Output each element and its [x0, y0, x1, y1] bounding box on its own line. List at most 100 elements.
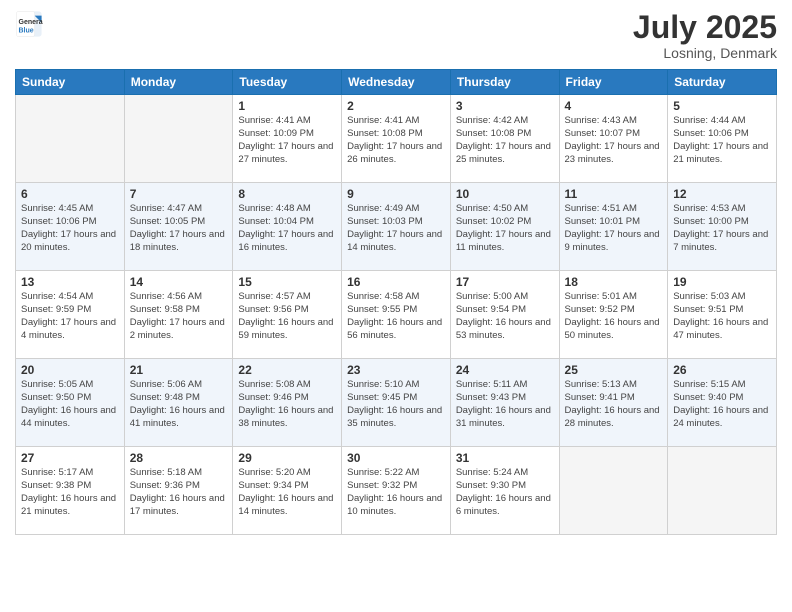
day-number: 18: [565, 275, 663, 289]
day-info: Sunrise: 4:57 AM Sunset: 9:56 PM Dayligh…: [238, 291, 336, 342]
day-cell: 6 Sunrise: 4:45 AM Sunset: 10:06 PM Dayli…: [16, 183, 125, 271]
day-info: Sunrise: 4:50 AM Sunset: 10:02 PM Daylig…: [456, 203, 554, 254]
page: General Blue July 2025 Losning, Denmark …: [0, 0, 792, 612]
day-cell: 18Sunrise: 5:01 AM Sunset: 9:52 PM Dayli…: [559, 271, 668, 359]
day-info: Sunrise: 4:48 AM Sunset: 10:04 PM Daylig…: [238, 203, 336, 254]
day-info: Sunrise: 5:24 AM Sunset: 9:30 PM Dayligh…: [456, 467, 554, 518]
day-info: Sunrise: 5:22 AM Sunset: 9:32 PM Dayligh…: [347, 467, 445, 518]
day-header-saturday: Saturday: [668, 70, 777, 95]
day-info: Sunrise: 4:58 AM Sunset: 9:55 PM Dayligh…: [347, 291, 445, 342]
day-info: Sunrise: 4:53 AM Sunset: 10:00 PM Daylig…: [673, 203, 771, 254]
day-info: Sunrise: 5:20 AM Sunset: 9:34 PM Dayligh…: [238, 467, 336, 518]
day-cell: 17 Sunrise: 5:00 AM Sunset: 9:54 PM Dayli…: [450, 271, 559, 359]
title-block: July 2025 Losning, Denmark: [633, 10, 777, 61]
day-number: 8: [238, 187, 336, 201]
day-info: Sunrise: 5:05 AM Sunset: 9:50 PM Dayligh…: [21, 379, 119, 430]
day-number: 3: [456, 99, 554, 113]
day-number: 30: [347, 451, 445, 465]
day-info: Sunrise: 5:15 AM Sunset: 9:40 PM Dayligh…: [673, 379, 771, 430]
day-info: Sunrise: 4:56 AM Sunset: 9:58 PM Dayligh…: [130, 291, 228, 342]
day-cell: 7 Sunrise: 4:47 AM Sunset: 10:05 PM Dayli…: [124, 183, 233, 271]
day-info: Sunrise: 5:10 AM Sunset: 9:45 PM Dayligh…: [347, 379, 445, 430]
day-number: 7: [130, 187, 228, 201]
day-cell: 29 Sunrise: 5:20 AM Sunset: 9:34 PM Dayli…: [233, 447, 342, 535]
day-number: 11: [565, 187, 663, 201]
day-info: Sunrise: 4:54 AM Sunset: 9:59 PM Dayligh…: [21, 291, 119, 342]
day-number: 19: [673, 275, 771, 289]
day-number: 2: [347, 99, 445, 113]
day-info: Sunrise: 5:00 AM Sunset: 9:54 PM Dayligh…: [456, 291, 554, 342]
day-header-wednesday: Wednesday: [342, 70, 451, 95]
week-row-4: 20 Sunrise: 5:05 AM Sunset: 9:50 PM Dayli…: [16, 359, 777, 447]
day-cell: 3Sunrise: 4:42 AM Sunset: 10:08 PM Dayli…: [450, 95, 559, 183]
day-number: 21: [130, 363, 228, 377]
day-info: Sunrise: 5:06 AM Sunset: 9:48 PM Dayligh…: [130, 379, 228, 430]
day-info: Sunrise: 4:49 AM Sunset: 10:03 PM Daylig…: [347, 203, 445, 254]
svg-text:Blue: Blue: [19, 27, 34, 34]
day-number: 5: [673, 99, 771, 113]
day-number: 29: [238, 451, 336, 465]
header: General Blue July 2025 Losning, Denmark: [15, 10, 777, 61]
calendar-table: SundayMondayTuesdayWednesdayThursdayFrid…: [15, 69, 777, 535]
day-cell: 13 Sunrise: 4:54 AM Sunset: 9:59 PM Dayli…: [16, 271, 125, 359]
day-cell: 21 Sunrise: 5:06 AM Sunset: 9:48 PM Dayli…: [124, 359, 233, 447]
day-number: 16: [347, 275, 445, 289]
day-cell: 9 Sunrise: 4:49 AM Sunset: 10:03 PM Dayli…: [342, 183, 451, 271]
day-cell: 30 Sunrise: 5:22 AM Sunset: 9:32 PM Dayli…: [342, 447, 451, 535]
day-number: 27: [21, 451, 119, 465]
day-info: Sunrise: 4:45 AM Sunset: 10:06 PM Daylig…: [21, 203, 119, 254]
day-number: 17: [456, 275, 554, 289]
day-cell: 16 Sunrise: 4:58 AM Sunset: 9:55 PM Dayli…: [342, 271, 451, 359]
day-cell: 23 Sunrise: 5:10 AM Sunset: 9:45 PM Dayli…: [342, 359, 451, 447]
logo-icon: General Blue: [15, 10, 43, 38]
day-info: Sunrise: 5:17 AM Sunset: 9:38 PM Dayligh…: [21, 467, 119, 518]
day-number: 12: [673, 187, 771, 201]
day-number: 14: [130, 275, 228, 289]
day-cell: 27 Sunrise: 5:17 AM Sunset: 9:38 PM Dayli…: [16, 447, 125, 535]
day-cell: 1 Sunrise: 4:41 AM Sunset: 10:09 PM Dayli…: [233, 95, 342, 183]
day-header-tuesday: Tuesday: [233, 70, 342, 95]
week-row-3: 13 Sunrise: 4:54 AM Sunset: 9:59 PM Dayli…: [16, 271, 777, 359]
day-number: 31: [456, 451, 554, 465]
day-cell: 4Sunrise: 4:43 AM Sunset: 10:07 PM Dayli…: [559, 95, 668, 183]
day-info: Sunrise: 4:43 AM Sunset: 10:07 PM Daylig…: [565, 115, 663, 166]
day-cell: [16, 95, 125, 183]
day-cell: 14 Sunrise: 4:56 AM Sunset: 9:58 PM Dayli…: [124, 271, 233, 359]
logo: General Blue: [15, 10, 43, 38]
day-cell: 8 Sunrise: 4:48 AM Sunset: 10:04 PM Dayli…: [233, 183, 342, 271]
day-number: 23: [347, 363, 445, 377]
day-number: 9: [347, 187, 445, 201]
day-info: Sunrise: 4:47 AM Sunset: 10:05 PM Daylig…: [130, 203, 228, 254]
day-cell: 11Sunrise: 4:51 AM Sunset: 10:01 PM Dayl…: [559, 183, 668, 271]
day-cell: 25Sunrise: 5:13 AM Sunset: 9:41 PM Dayli…: [559, 359, 668, 447]
day-info: Sunrise: 5:18 AM Sunset: 9:36 PM Dayligh…: [130, 467, 228, 518]
day-header-thursday: Thursday: [450, 70, 559, 95]
svg-text:General: General: [19, 19, 44, 26]
day-info: Sunrise: 4:41 AM Sunset: 10:09 PM Daylig…: [238, 115, 336, 166]
week-row-5: 27 Sunrise: 5:17 AM Sunset: 9:38 PM Dayli…: [16, 447, 777, 535]
day-cell: 20 Sunrise: 5:05 AM Sunset: 9:50 PM Dayli…: [16, 359, 125, 447]
week-row-1: 1 Sunrise: 4:41 AM Sunset: 10:09 PM Dayli…: [16, 95, 777, 183]
day-header-sunday: Sunday: [16, 70, 125, 95]
day-cell: 28Sunrise: 5:18 AM Sunset: 9:36 PM Dayli…: [124, 447, 233, 535]
day-cell: 15 Sunrise: 4:57 AM Sunset: 9:56 PM Dayli…: [233, 271, 342, 359]
day-number: 25: [565, 363, 663, 377]
day-cell: 5Sunrise: 4:44 AM Sunset: 10:06 PM Dayli…: [668, 95, 777, 183]
day-number: 20: [21, 363, 119, 377]
main-title: July 2025: [633, 10, 777, 45]
day-info: Sunrise: 5:03 AM Sunset: 9:51 PM Dayligh…: [673, 291, 771, 342]
day-number: 6: [21, 187, 119, 201]
day-number: 1: [238, 99, 336, 113]
day-cell: 24 Sunrise: 5:11 AM Sunset: 9:43 PM Dayli…: [450, 359, 559, 447]
day-cell: 10 Sunrise: 4:50 AM Sunset: 10:02 PM Dayl…: [450, 183, 559, 271]
day-number: 13: [21, 275, 119, 289]
day-number: 15: [238, 275, 336, 289]
day-info: Sunrise: 5:08 AM Sunset: 9:46 PM Dayligh…: [238, 379, 336, 430]
day-number: 10: [456, 187, 554, 201]
day-number: 22: [238, 363, 336, 377]
day-cell: 19 Sunrise: 5:03 AM Sunset: 9:51 PM Dayli…: [668, 271, 777, 359]
day-cell: 22 Sunrise: 5:08 AM Sunset: 9:46 PM Dayli…: [233, 359, 342, 447]
day-info: Sunrise: 5:11 AM Sunset: 9:43 PM Dayligh…: [456, 379, 554, 430]
day-number: 24: [456, 363, 554, 377]
day-cell: 31 Sunrise: 5:24 AM Sunset: 9:30 PM Dayli…: [450, 447, 559, 535]
